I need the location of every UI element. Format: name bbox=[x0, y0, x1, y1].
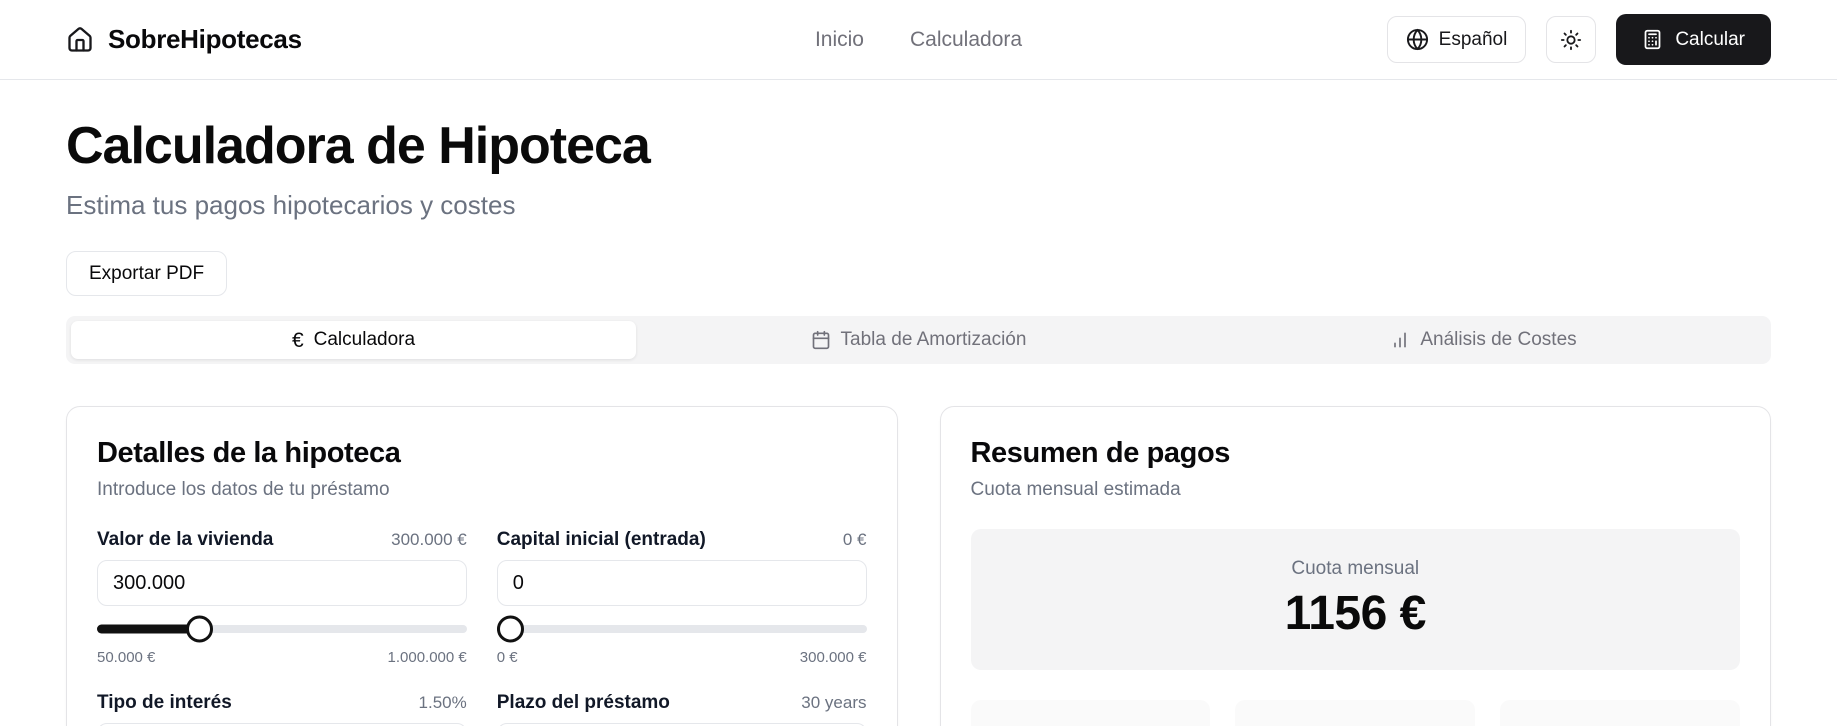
calendar-icon bbox=[811, 330, 831, 350]
field-current-value: 0 € bbox=[843, 530, 867, 550]
tab-label: Calculadora bbox=[314, 329, 415, 351]
field-loan-term: Plazo del préstamo 30 years bbox=[497, 692, 867, 726]
monthly-payment-label: Cuota mensual bbox=[1291, 558, 1419, 580]
calculate-button[interactable]: Calcular bbox=[1616, 14, 1771, 65]
payment-summary-card: Resumen de pagos Cuota mensual estimada … bbox=[940, 406, 1772, 726]
tab-bar: € Calculadora Tabla de Amortización bbox=[66, 316, 1771, 364]
main-content: Calculadora de Hipoteca Estima tus pagos… bbox=[0, 116, 1837, 726]
field-down-payment: Capital inicial (entrada) 0 € 0 € 300.00… bbox=[497, 529, 867, 666]
summary-stat-box bbox=[1235, 700, 1475, 726]
cards-row: Detalles de la hipoteca Introduce los da… bbox=[66, 406, 1771, 726]
monthly-payment-value: 1156 € bbox=[1285, 586, 1426, 641]
tab-analisis-costes[interactable]: Análisis de Costes bbox=[1201, 321, 1766, 359]
field-interest-rate: Tipo de interés 1.50% bbox=[97, 692, 467, 726]
theme-toggle-button[interactable] bbox=[1546, 16, 1596, 63]
language-button-label: Español bbox=[1439, 29, 1508, 51]
summary-stat-box bbox=[971, 700, 1211, 726]
summary-card-title: Resumen de pagos bbox=[971, 437, 1741, 470]
top-navbar: SobreHipotecas Inicio Calculadora Españo… bbox=[0, 0, 1837, 80]
page-title: Calculadora de Hipoteca bbox=[66, 116, 1771, 176]
mortgage-details-card: Detalles de la hipoteca Introduce los da… bbox=[66, 406, 898, 726]
details-fields: Valor de la vivienda 300.000 € 50.000 € … bbox=[97, 529, 867, 726]
home-value-input[interactable] bbox=[97, 560, 467, 606]
page-subtitle: Estima tus pagos hipotecarios y costes bbox=[66, 190, 1771, 221]
brand[interactable]: SobreHipotecas bbox=[66, 24, 815, 55]
tab-label: Análisis de Costes bbox=[1420, 329, 1576, 351]
field-label: Tipo de interés bbox=[97, 692, 232, 714]
home-value-slider[interactable] bbox=[97, 615, 467, 642]
summary-stat-box bbox=[1500, 700, 1740, 726]
field-label: Capital inicial (entrada) bbox=[497, 529, 706, 551]
down-payment-slider[interactable] bbox=[497, 615, 867, 642]
tab-label: Tabla de Amortización bbox=[841, 329, 1027, 351]
field-current-value: 1.50% bbox=[419, 693, 467, 713]
bar-chart-icon bbox=[1390, 330, 1410, 350]
main-nav: Inicio Calculadora bbox=[815, 28, 1022, 52]
summary-card-subtitle: Cuota mensual estimada bbox=[971, 479, 1741, 501]
field-home-value: Valor de la vivienda 300.000 € 50.000 € … bbox=[97, 529, 467, 666]
summary-stat-boxes bbox=[971, 700, 1741, 726]
nav-link-calculadora[interactable]: Calculadora bbox=[910, 28, 1022, 52]
export-pdf-button[interactable]: Exportar PDF bbox=[66, 251, 227, 296]
header-actions: Español Calcular bbox=[1022, 14, 1771, 65]
slider-max-label: 300.000 € bbox=[800, 649, 867, 666]
field-label: Plazo del préstamo bbox=[497, 692, 670, 714]
monthly-payment-box: Cuota mensual 1156 € bbox=[971, 529, 1741, 670]
field-label: Valor de la vivienda bbox=[97, 529, 273, 551]
euro-icon: € bbox=[292, 330, 304, 351]
nav-link-inicio[interactable]: Inicio bbox=[815, 28, 864, 52]
field-current-value: 300.000 € bbox=[391, 530, 467, 550]
slider-min-label: 0 € bbox=[497, 649, 518, 666]
details-card-title: Detalles de la hipoteca bbox=[97, 437, 867, 470]
globe-icon bbox=[1406, 28, 1429, 51]
sun-icon bbox=[1560, 29, 1582, 51]
slider-track[interactable] bbox=[497, 625, 867, 633]
slider-min-label: 50.000 € bbox=[97, 649, 155, 666]
brand-name: SobreHipotecas bbox=[108, 24, 302, 55]
house-icon bbox=[66, 26, 94, 54]
down-payment-input[interactable] bbox=[497, 560, 867, 606]
language-button[interactable]: Español bbox=[1387, 16, 1527, 63]
calculator-icon bbox=[1642, 29, 1663, 50]
calculate-button-label: Calcular bbox=[1675, 29, 1745, 51]
slider-max-label: 1.000.000 € bbox=[388, 649, 467, 666]
details-card-subtitle: Introduce los datos de tu préstamo bbox=[97, 479, 867, 501]
field-current-value: 30 years bbox=[801, 693, 866, 713]
slider-thumb[interactable] bbox=[186, 615, 213, 642]
tab-calculadora[interactable]: € Calculadora bbox=[71, 321, 636, 359]
slider-thumb[interactable] bbox=[497, 615, 524, 642]
tab-tabla-amortizacion[interactable]: Tabla de Amortización bbox=[636, 321, 1201, 359]
